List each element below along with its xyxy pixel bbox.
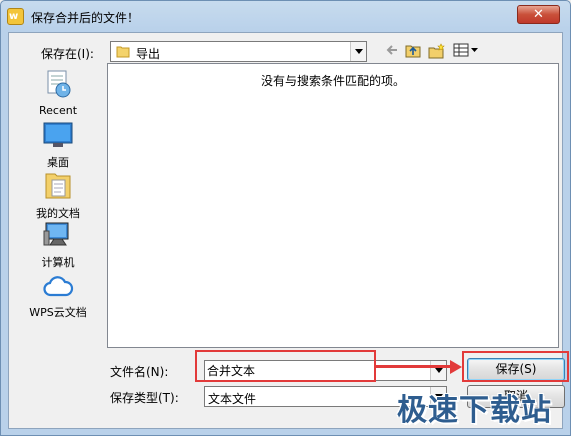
place-recent[interactable]: Recent: [19, 69, 97, 117]
close-icon: ✕: [533, 7, 544, 22]
place-label: 计算机: [41, 256, 75, 269]
app-logo-icon: w: [7, 8, 24, 25]
save-dialog-window: w 保存合并后的文件！ ✕ 保存在(I): 导出 Recent 桌面 我的文档 …: [0, 0, 571, 436]
place-label: 桌面: [47, 156, 69, 169]
annotation-arrow-line: [376, 365, 452, 368]
watermark-text: 极速下载站: [397, 393, 552, 428]
place-desktop[interactable]: 桌面: [19, 121, 97, 170]
close-button[interactable]: ✕: [517, 5, 560, 24]
place-wps-cloud[interactable]: WPS云文档: [19, 273, 97, 320]
current-folder-name: 导出: [136, 47, 161, 61]
place-label: 我的文档: [36, 207, 80, 220]
save-in-dropdown[interactable]: 导出: [110, 41, 367, 62]
annotation-box-filename: [195, 350, 376, 382]
new-folder-icon[interactable]: [428, 43, 446, 62]
up-folder-icon[interactable]: [405, 43, 422, 61]
chevron-down-icon[interactable]: [350, 42, 366, 61]
filename-label: 文件名(N):: [110, 365, 169, 379]
desktop-icon: [42, 122, 74, 152]
window-title: 保存合并后的文件！: [31, 11, 140, 25]
place-label: Recent: [38, 104, 78, 117]
save-in-label: 保存在(I):: [41, 47, 94, 61]
place-label: WPS云文档: [29, 306, 87, 319]
annotation-box-save: [462, 351, 569, 382]
title-bar[interactable]: w 保存合并后的文件！ ✕: [1, 1, 570, 31]
filetype-label: 保存类型(T):: [110, 391, 179, 405]
annotation-arrow-head: [450, 360, 462, 374]
recent-icon: [42, 70, 74, 102]
place-computer[interactable]: 计算机: [19, 221, 97, 270]
filetype-value: 文本文件: [208, 392, 257, 406]
folder-icon: [116, 45, 130, 61]
file-list-pane[interactable]: 没有与搜索条件匹配的项。: [107, 63, 559, 348]
back-arrow-icon[interactable]: [385, 43, 399, 60]
computer-icon: [42, 222, 74, 252]
place-documents[interactable]: 我的文档: [19, 170, 97, 221]
view-menu-icon[interactable]: [453, 43, 479, 60]
chevron-down-icon[interactable]: [430, 361, 446, 380]
documents-icon: [43, 173, 73, 203]
cloud-icon: [42, 276, 74, 302]
empty-results-message: 没有与搜索条件匹配的项。: [260, 74, 405, 88]
